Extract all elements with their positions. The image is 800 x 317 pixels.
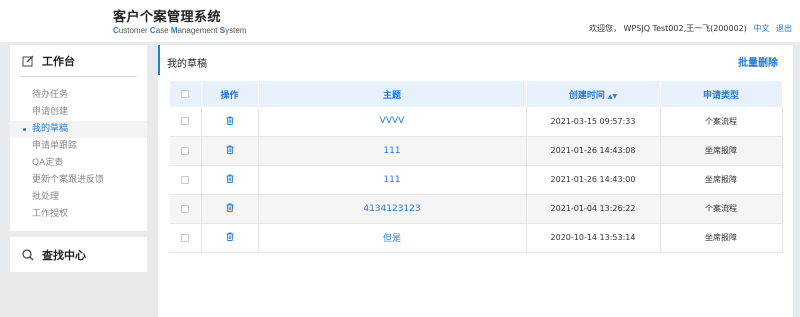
search-center-panel[interactable]: 查找中心 bbox=[10, 237, 147, 272]
column-action: 操作 bbox=[201, 81, 259, 107]
delete-icon[interactable] bbox=[226, 203, 234, 212]
checkbox-cell bbox=[170, 223, 202, 253]
table-row: 111 2021-01-26 14:43:08 坐席报障 bbox=[170, 136, 783, 166]
row-checkbox[interactable] bbox=[181, 117, 190, 126]
subject-cell: 111 bbox=[258, 165, 527, 195]
row-checkbox[interactable] bbox=[181, 175, 190, 184]
batch-delete-button[interactable]: 批量删除 bbox=[738, 54, 778, 69]
delete-icon[interactable] bbox=[226, 174, 234, 183]
row-checkbox[interactable] bbox=[181, 146, 190, 155]
sidebar-item-qa[interactable]: QA定责 bbox=[10, 155, 147, 172]
drafts-content: 我的草稿 批量删除 操作 主题 创建时间 ▲▼ 申请类型 VVVV 2021-03… bbox=[158, 45, 793, 317]
drafts-table: 操作 主题 创建时间 ▲▼ 申请类型 VVVV 2021-03-15 09:57:… bbox=[170, 81, 783, 253]
column-created[interactable]: 创建时间 ▲▼ bbox=[526, 81, 661, 107]
table-header-row: 操作 主题 创建时间 ▲▼ 申请类型 bbox=[170, 81, 783, 107]
sidebar-item-drafts[interactable]: 我的草稿 bbox=[10, 121, 147, 138]
app-header: 客户个案管理系统 Customer Case Management System… bbox=[0, 0, 800, 42]
subject-cell: 但是 bbox=[258, 223, 527, 253]
type-cell: 个案流程 bbox=[660, 107, 783, 137]
checkbox-cell bbox=[170, 194, 202, 224]
content-header: 我的草稿 批量删除 bbox=[158, 45, 793, 75]
workbench-title: 工作台 bbox=[42, 54, 75, 68]
delete-icon[interactable] bbox=[226, 232, 234, 241]
sidebar-item-batch[interactable]: 批处理 bbox=[10, 189, 147, 206]
action-cell bbox=[201, 136, 259, 166]
subject-link[interactable]: VVVV bbox=[380, 116, 405, 126]
search-icon bbox=[22, 248, 34, 261]
column-type: 申请类型 bbox=[660, 81, 783, 107]
sidebar-item-tracking[interactable]: 申请单跟踪 bbox=[10, 138, 147, 155]
created-cell: 2021-01-26 14:43:00 bbox=[526, 165, 661, 195]
user-bar: 欢迎您， WPSJQ Test002,王一飞(200002) 中文 退出 bbox=[589, 23, 792, 34]
page-title: 我的草稿 bbox=[167, 59, 207, 70]
sidebar-item-todo[interactable]: 待办任务 bbox=[10, 87, 147, 104]
subject-link[interactable]: 111 bbox=[383, 146, 400, 156]
search-center-title: 查找中心 bbox=[42, 248, 86, 262]
created-cell: 2020-10-14 13:53:14 bbox=[526, 223, 661, 253]
subject-link[interactable]: 111 bbox=[383, 175, 400, 185]
table-row: VVVV 2021-03-15 09:57:33 个案流程 bbox=[170, 107, 783, 137]
subject-link[interactable]: 4134123123 bbox=[363, 204, 420, 214]
column-subject: 主题 bbox=[258, 81, 527, 107]
app-subtitle: Customer Case Management System bbox=[113, 26, 247, 35]
subject-link[interactable]: 但是 bbox=[383, 234, 401, 244]
table-row: 但是 2020-10-14 13:53:14 坐席报障 bbox=[170, 223, 783, 253]
type-cell: 个案流程 bbox=[660, 194, 783, 224]
select-all-cell bbox=[170, 81, 202, 107]
checkbox-cell bbox=[170, 107, 202, 137]
workbench-header: 工作台 bbox=[10, 45, 147, 76]
subject-cell: VVVV bbox=[258, 107, 527, 137]
action-cell bbox=[201, 223, 259, 253]
brand: 客户个案管理系统 Customer Case Management System bbox=[113, 6, 246, 35]
type-cell: 坐席报障 bbox=[660, 165, 783, 195]
action-cell bbox=[201, 165, 259, 195]
table-row: 4134123123 2021-01-04 13:26:22 个案流程 bbox=[170, 194, 783, 224]
sidebar-item-create[interactable]: 申请创建 bbox=[10, 104, 147, 121]
divider bbox=[20, 76, 137, 77]
row-checkbox[interactable] bbox=[181, 204, 190, 213]
sidebar-item-authorization[interactable]: 工作授权 bbox=[10, 206, 147, 223]
sort-icon[interactable]: ▲▼ bbox=[608, 93, 617, 100]
checkbox-cell bbox=[170, 136, 202, 166]
welcome-text: 欢迎您， WPSJQ Test002,王一飞(200002) bbox=[589, 24, 747, 33]
delete-icon[interactable] bbox=[226, 116, 234, 125]
action-cell bbox=[201, 194, 259, 224]
created-cell: 2021-01-26 14:43:08 bbox=[526, 136, 661, 166]
column-created-label: 创建时间 bbox=[568, 90, 605, 101]
created-cell: 2021-01-04 13:26:22 bbox=[526, 194, 661, 224]
row-checkbox[interactable] bbox=[181, 233, 190, 242]
type-cell: 坐席报障 bbox=[660, 223, 783, 253]
select-all-checkbox[interactable] bbox=[181, 89, 190, 98]
subject-cell: 111 bbox=[258, 136, 527, 166]
logout-link[interactable]: 退出 bbox=[776, 24, 792, 33]
sidebar-item-feedback[interactable]: 更新个案跟进反馈 bbox=[10, 172, 147, 189]
workbench-menu: 待办任务 申请创建 我的草稿 申请单跟踪 QA定责 更新个案跟进反馈 批处理 工… bbox=[10, 87, 147, 223]
type-cell: 坐席报障 bbox=[660, 136, 783, 166]
language-link[interactable]: 中文 bbox=[753, 24, 769, 33]
table-row: 111 2021-01-26 14:43:00 坐席报障 bbox=[170, 165, 783, 195]
app-title: 客户个案管理系统 bbox=[113, 10, 222, 25]
delete-icon[interactable] bbox=[226, 145, 234, 154]
checkbox-cell bbox=[170, 165, 202, 195]
search-center-header[interactable]: 查找中心 bbox=[10, 237, 147, 272]
action-cell bbox=[201, 107, 259, 137]
created-cell: 2021-03-15 09:57:33 bbox=[526, 107, 661, 137]
edit-icon bbox=[22, 55, 34, 67]
workbench-panel: 工作台 待办任务 申请创建 我的草稿 申请单跟踪 QA定责 更新个案跟进反馈 批… bbox=[10, 45, 147, 231]
subject-cell: 4134123123 bbox=[258, 194, 527, 224]
